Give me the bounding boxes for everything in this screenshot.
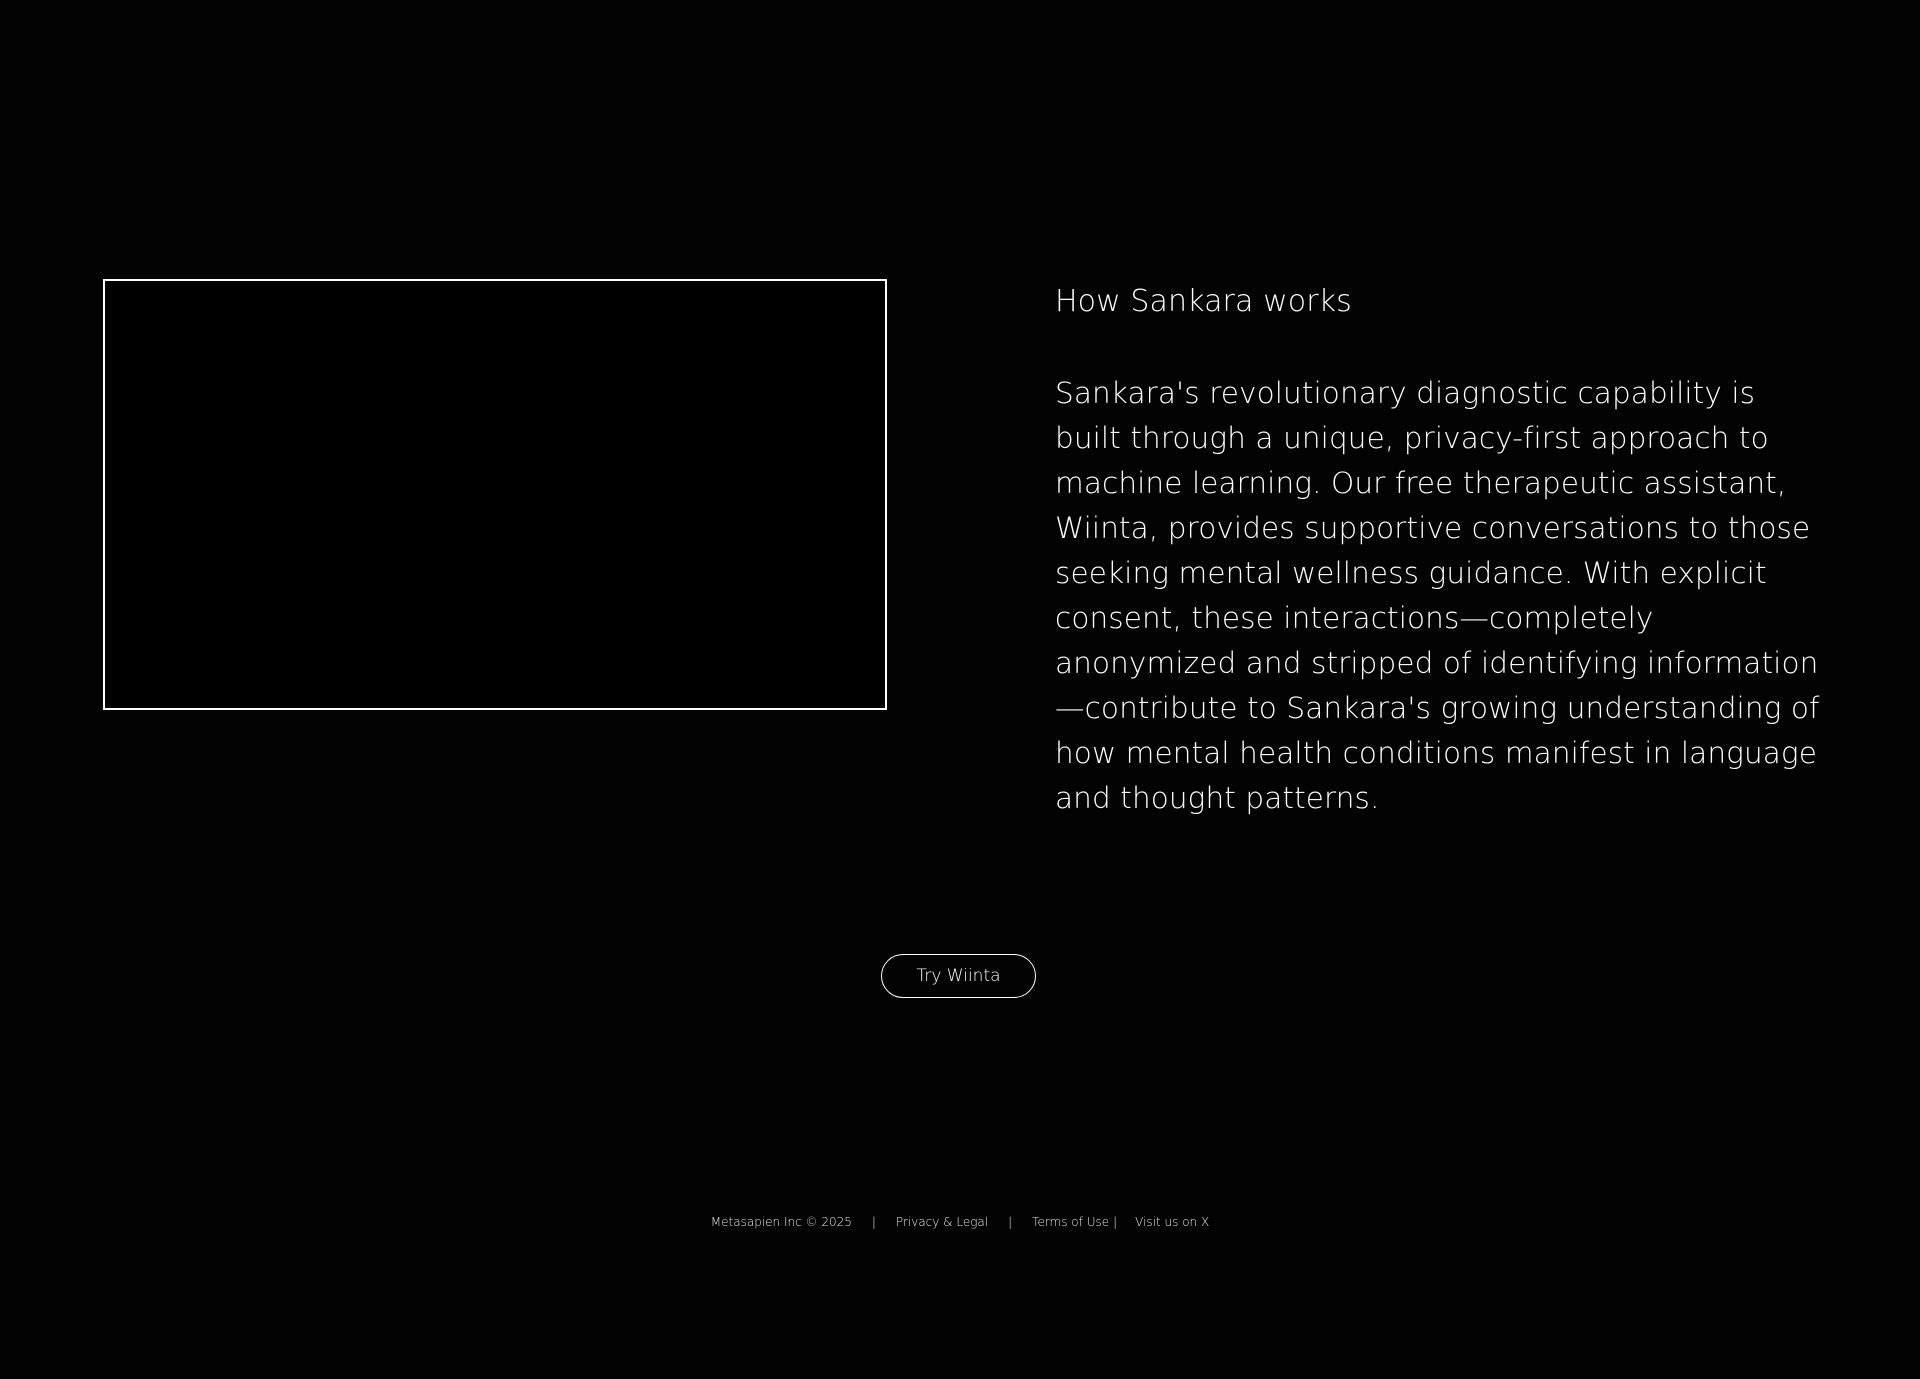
footer-social-link[interactable]: Visit us on X (1135, 1212, 1209, 1232)
footer-copyright: Metasapien Inc © 2025 (710, 1215, 852, 1229)
footer-separator: | (871, 1215, 876, 1229)
section-body: Sankara's revolutionary diagnostic capab… (1055, 376, 1820, 815)
footer-privacy-link[interactable]: Privacy & Legal (896, 1212, 988, 1232)
try-wiinta-button[interactable]: Try Wiinta (881, 954, 1036, 998)
footer-separator: | (1008, 1215, 1013, 1229)
footer: Metasapien Inc © 2025 | Privacy & Legal … (0, 1212, 1920, 1232)
media-placeholder-frame (103, 279, 887, 710)
section-title: How Sankara works (1055, 284, 1352, 319)
how-it-works-section: How Sankara works Sankara's revolutionar… (1055, 279, 1825, 821)
footer-terms-link[interactable]: Terms of Use (1032, 1212, 1109, 1232)
footer-separator: | (1113, 1215, 1118, 1229)
